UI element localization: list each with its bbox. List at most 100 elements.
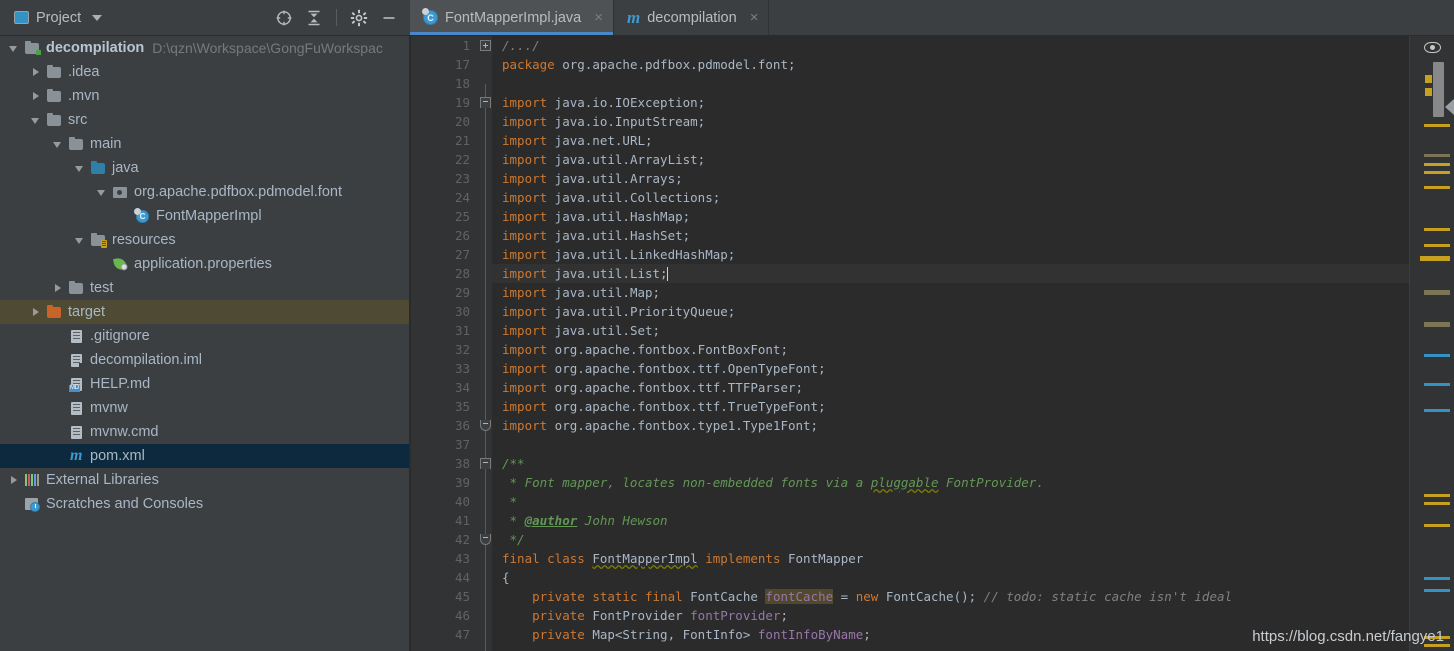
tree-item-org-apache-pdfbox-pdmodel-font[interactable]: org.apache.pdfbox.pdmodel.font [0,180,409,204]
code-line[interactable]: private FontProvider fontProvider; [492,606,1409,625]
fold-marker-slot[interactable] [478,93,492,112]
code-line[interactable]: import java.util.Map; [492,283,1409,302]
tree-item-scratches-and-consoles[interactable]: Scratches and Consoles [0,492,409,516]
tree-item-main[interactable]: main [0,132,409,156]
tree-item-mvnw-cmd[interactable]: mvnw.cmd [0,420,409,444]
code-line[interactable]: import java.net.URL; [492,131,1409,150]
tree-item-decompilation[interactable]: decompilation D:\qzn\Workspace\GongFuWork… [0,36,409,60]
tree-toggle-closed-icon[interactable] [30,306,43,319]
fold-collapse-icon[interactable] [480,97,491,108]
chevron-down-icon[interactable] [92,14,103,21]
fold-expand-icon[interactable] [480,40,491,51]
code-line[interactable]: package org.apache.pdfbox.pdmodel.font; [492,55,1409,74]
code-line[interactable]: import java.util.HashMap; [492,207,1409,226]
editor-tab-decompilation[interactable]: m decompilation × [614,0,770,35]
code-line[interactable]: /.../ [492,36,1409,55]
editor-scrollbar-thumb[interactable] [1433,62,1444,117]
code-line[interactable]: */ [492,530,1409,549]
tree-item-gitignore[interactable]: .gitignore [0,324,409,348]
tree-item-application-properties[interactable]: application.properties [0,252,409,276]
markup-stripe[interactable] [1424,409,1450,412]
select-opened-file-button[interactable] [271,5,297,31]
markup-stripe[interactable] [1420,256,1450,261]
code-line[interactable]: import org.apache.fontbox.ttf.TTFParser; [492,378,1409,397]
markup-stripe[interactable] [1424,383,1450,386]
markup-stripe[interactable] [1424,589,1450,592]
code-line[interactable]: * @author John Hewson [492,511,1409,530]
editor-code-area[interactable]: /.../package org.apache.pdfbox.pdmodel.f… [492,36,1409,651]
code-line[interactable]: import org.apache.fontbox.type1.Type1Fon… [492,416,1409,435]
code-line[interactable]: import org.apache.fontbox.ttf.OpenTypeFo… [492,359,1409,378]
code-line[interactable]: import java.util.PriorityQueue; [492,302,1409,321]
tree-toggle-open-icon[interactable] [74,162,87,175]
code-line[interactable]: import java.util.Arrays; [492,169,1409,188]
settings-button[interactable] [346,5,372,31]
close-icon[interactable]: × [594,9,603,26]
code-line[interactable]: import org.apache.fontbox.FontBoxFont; [492,340,1409,359]
code-line[interactable]: import java.util.Collections; [492,188,1409,207]
fold-region-end-icon[interactable] [480,420,491,431]
collapse-all-button[interactable] [301,5,327,31]
project-tree[interactable]: decompilation D:\qzn\Workspace\GongFuWork… [0,36,410,651]
tree-item-fontmapperimpl[interactable]: FontMapperImpl [0,204,409,228]
markup-stripe[interactable] [1424,494,1450,497]
tree-item-mvnw[interactable]: mvnw [0,396,409,420]
code-line[interactable]: private static final FontCache fontCache… [492,587,1409,606]
tree-item-help-md[interactable]: MD HELP.md [0,372,409,396]
code-line[interactable]: * [492,492,1409,511]
markup-stripe[interactable] [1424,124,1450,127]
code-line[interactable]: final class FontMapperImpl implements Fo… [492,549,1409,568]
project-tool-window-title-button[interactable]: Project [14,10,103,26]
tree-item-src[interactable]: src [0,108,409,132]
code-editor[interactable]: 1 17 18 19 20 21 22 23 24 25 26 27 28 29 30 31 32 33 34 35 3… [410,36,1454,651]
tree-toggle-closed-icon[interactable] [30,90,43,103]
code-line[interactable]: import java.util.List; [492,264,1409,283]
fold-marker-slot[interactable] [478,416,492,435]
markup-stripe[interactable] [1424,186,1450,189]
close-icon[interactable]: × [750,9,759,26]
code-line[interactable]: import java.util.Set; [492,321,1409,340]
code-line[interactable] [492,74,1409,93]
markup-stripe[interactable] [1424,524,1450,527]
code-line[interactable]: { [492,568,1409,587]
tree-toggle-closed-icon[interactable] [8,474,21,487]
markup-stripe[interactable] [1424,354,1450,357]
code-line[interactable]: * Font mapper, locates non-embedded font… [492,473,1409,492]
fold-collapse-icon[interactable] [480,458,491,469]
editor-fold-column[interactable] [478,36,492,651]
hide-tool-window-button[interactable] [376,5,402,31]
markup-stripe[interactable] [1424,502,1450,505]
inspection-eye-icon[interactable] [1424,42,1441,53]
markup-stripe[interactable] [1424,322,1450,327]
tree-item-java[interactable]: java [0,156,409,180]
markup-stripe[interactable] [1424,163,1450,166]
markup-stripe[interactable] [1424,171,1450,174]
tree-item-external-libraries[interactable]: External Libraries [0,468,409,492]
code-line[interactable]: import java.util.HashSet; [492,226,1409,245]
tree-item-test[interactable]: test [0,276,409,300]
fold-marker-slot[interactable] [478,530,492,549]
markup-side-mark[interactable] [1425,75,1432,83]
tree-item-pom-xml[interactable]: m pom.xml [0,444,409,468]
code-line[interactable]: import java.util.ArrayList; [492,150,1409,169]
markup-stripe[interactable] [1424,290,1450,295]
markup-stripe[interactable] [1424,154,1450,157]
markup-stripe[interactable] [1424,577,1450,580]
tree-item-decompilation-iml[interactable]: decompilation.iml [0,348,409,372]
code-line[interactable] [492,435,1409,454]
tree-toggle-open-icon[interactable] [30,114,43,127]
tree-toggle-open-icon[interactable] [96,186,109,199]
code-line[interactable]: import java.io.IOException; [492,93,1409,112]
fold-marker-slot[interactable] [478,36,492,55]
tree-item-target[interactable]: target [0,300,409,324]
editor-markup-scrollbar[interactable] [1409,36,1454,651]
tree-item-resources[interactable]: resources [0,228,409,252]
tree-toggle-open-icon[interactable] [8,42,21,55]
tree-item-idea[interactable]: .idea [0,60,409,84]
code-line[interactable]: import java.io.InputStream; [492,112,1409,131]
code-line[interactable]: import java.util.LinkedHashMap; [492,245,1409,264]
tree-toggle-closed-icon[interactable] [52,282,65,295]
tree-toggle-closed-icon[interactable] [30,66,43,79]
code-line[interactable]: import org.apache.fontbox.ttf.TrueTypeFo… [492,397,1409,416]
tree-toggle-open-icon[interactable] [52,138,65,151]
